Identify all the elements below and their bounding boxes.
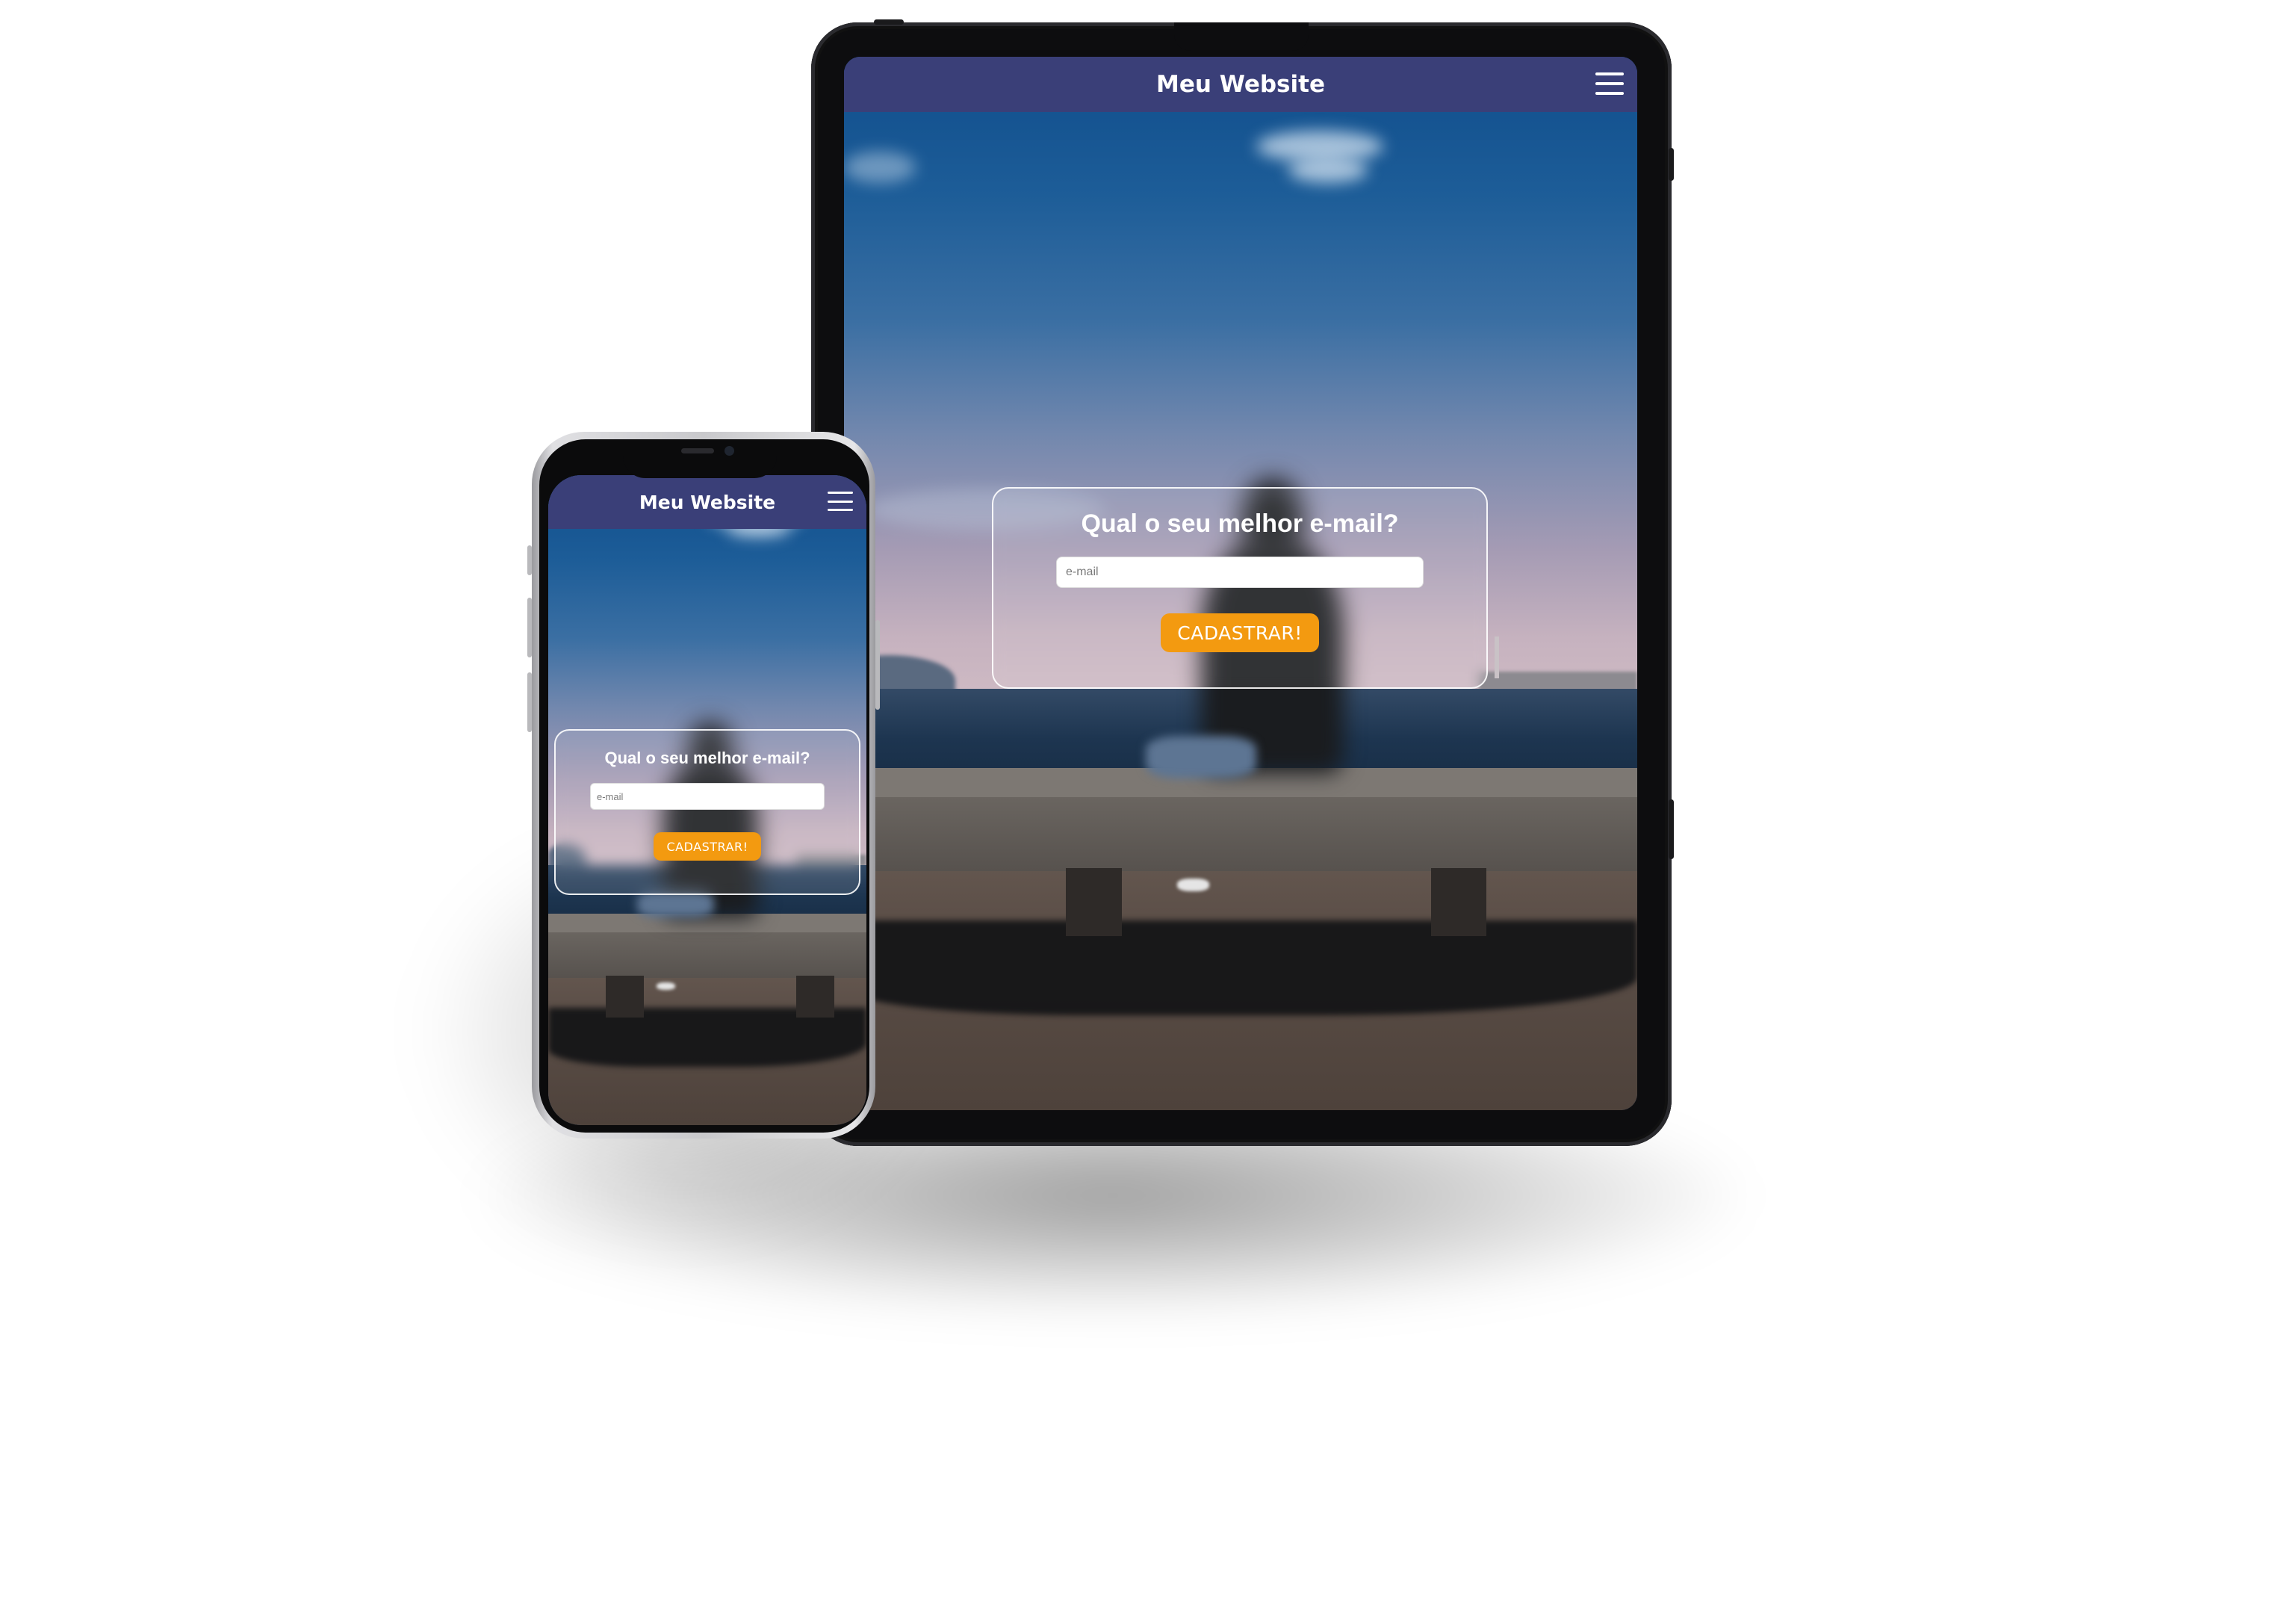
signup-card: Qual o seu melhor e-mail? CADASTRAR! xyxy=(992,487,1488,689)
email-input[interactable] xyxy=(1056,557,1424,588)
site-title[interactable]: Meu Website xyxy=(639,492,775,513)
tablet-volume-button xyxy=(1669,799,1674,859)
phone-notch xyxy=(623,439,777,478)
tablet-screen: Meu Website Qual o seu melhor e-mail? CA… xyxy=(844,57,1637,1110)
cadastrar-button[interactable]: CADASTRAR! xyxy=(1161,613,1319,652)
front-camera-icon xyxy=(725,446,734,456)
hamburger-menu-icon[interactable] xyxy=(1595,72,1624,95)
tablet-top-button xyxy=(874,19,904,25)
phone-power-button xyxy=(875,620,880,710)
signup-heading: Qual o seu melhor e-mail? xyxy=(1081,510,1399,538)
email-input[interactable] xyxy=(590,783,825,810)
phone-screen: Meu Website Qual o seu melhor e-mail? CA… xyxy=(548,475,866,1125)
navbar: Meu Website xyxy=(548,475,866,529)
navbar: Meu Website xyxy=(844,57,1637,112)
cadastrar-button[interactable]: CADASTRAR! xyxy=(653,832,762,861)
tablet-camera-bar xyxy=(1174,22,1309,51)
phone-speaker xyxy=(681,448,714,453)
site-title[interactable]: Meu Website xyxy=(1156,71,1325,98)
hamburger-menu-icon[interactable] xyxy=(828,492,853,511)
signup-card: Qual o seu melhor e-mail? CADASTRAR! xyxy=(554,729,860,895)
signup-heading: Qual o seu melhor e-mail? xyxy=(604,749,810,767)
tablet-side-button xyxy=(1669,148,1674,181)
